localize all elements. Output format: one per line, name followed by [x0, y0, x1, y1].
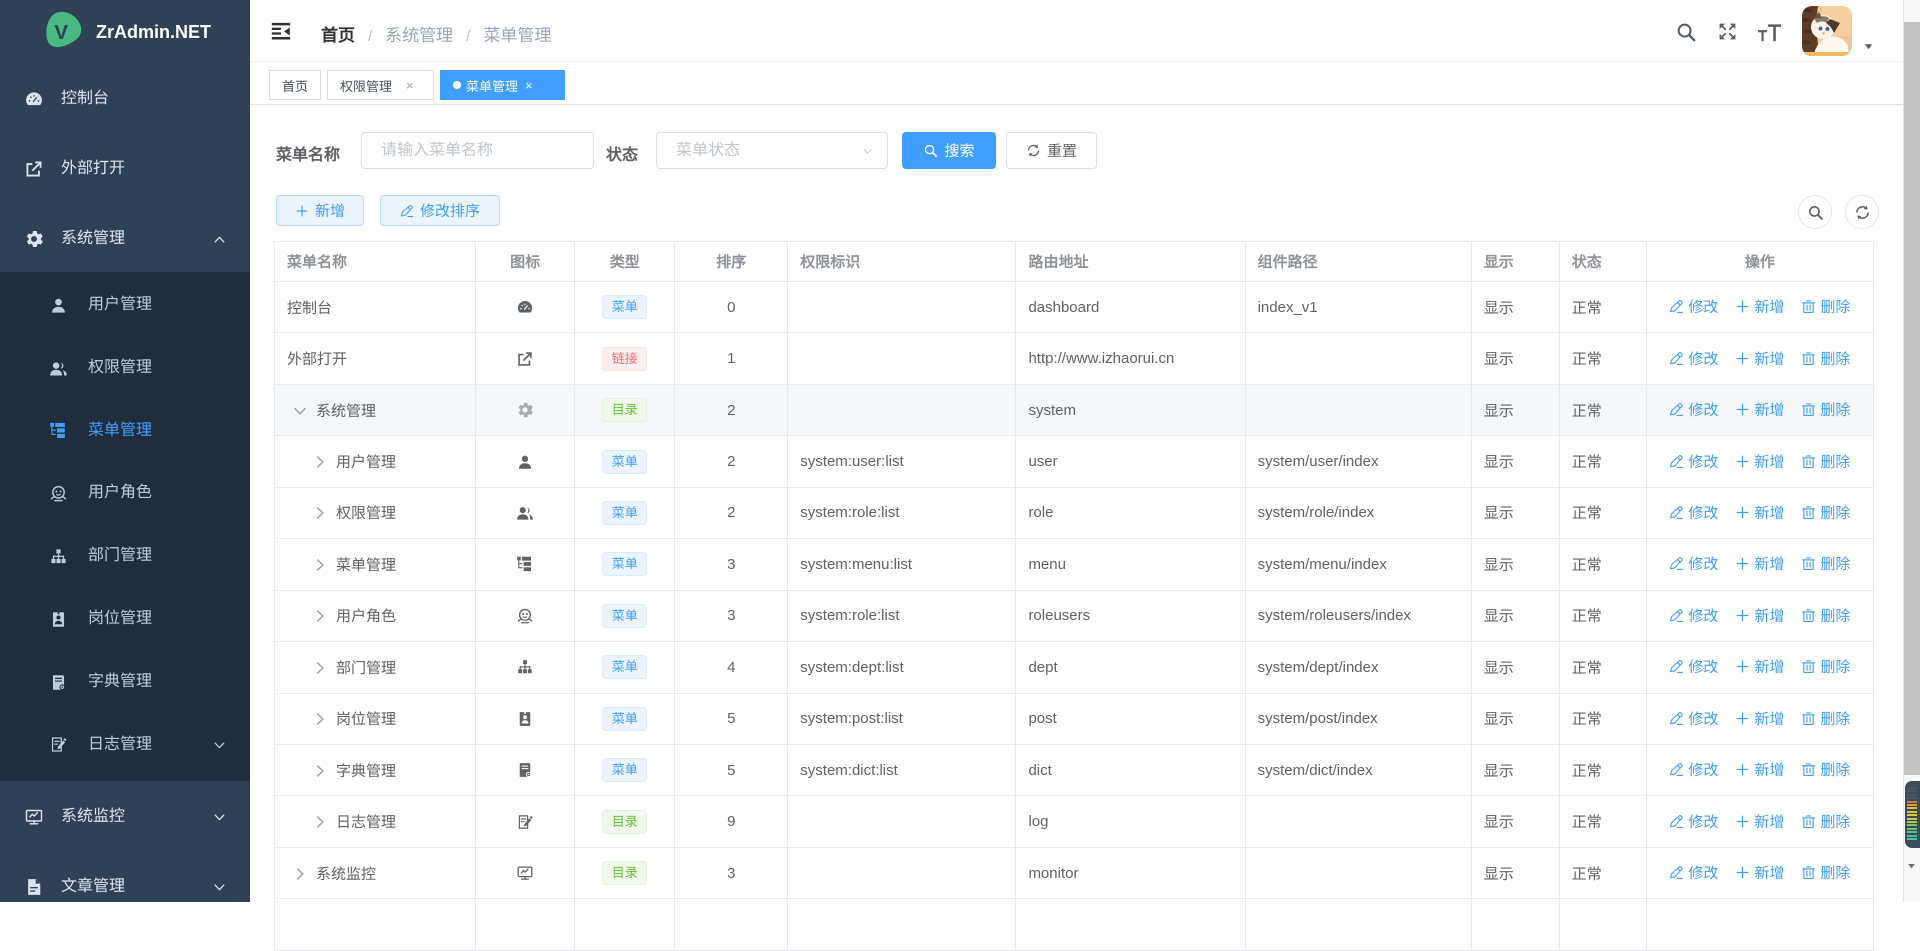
- svg-text:V: V: [54, 21, 68, 44]
